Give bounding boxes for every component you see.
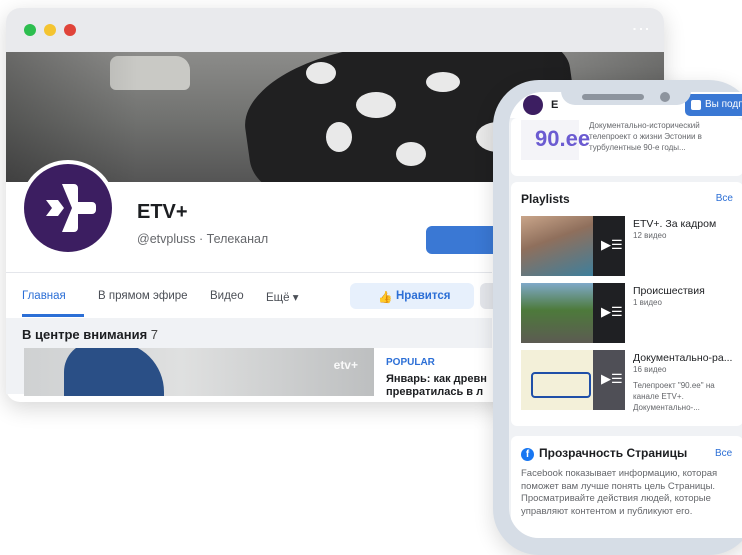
phone-camera <box>660 92 670 102</box>
playlist-icon: ▶☰ <box>601 304 623 319</box>
playlist-thumbnail: ▶☰ <box>521 350 625 410</box>
transparency-description: Facebook показывает информацию, которая … <box>521 468 718 517</box>
featured-title-text: В центре внимания <box>22 327 148 342</box>
video-card[interactable]: 90.ee Документально-исторический телепро… <box>511 118 742 176</box>
like-button[interactable]: 👍 Нравится <box>350 283 474 309</box>
featured-title: В центре внимания 7 <box>22 327 158 342</box>
playlists-title: Playlists <box>521 192 570 206</box>
maximize-button[interactable] <box>24 24 36 36</box>
post-title: Январь: как древн превратилась в л <box>386 373 487 398</box>
tab-more[interactable]: Ещё ▾ <box>266 290 299 304</box>
page-tabs: Главная В прямом эфире Видео Ещё ▾ 👍 Нра… <box>6 272 530 319</box>
playlist-item[interactable]: ▶☰ ETV+. За кадром 12 видео <box>521 216 735 276</box>
more-options-icon[interactable]: ⋮ <box>631 20 651 38</box>
playlist-count: 12 видео <box>633 231 667 240</box>
playlists-card: Playlists Все ▶☰ ETV+. За кадром 12 виде… <box>511 182 742 426</box>
transparency-title: Прозрачность Страницы <box>539 446 688 460</box>
active-tab-indicator <box>22 314 84 317</box>
featured-video-thumbnail[interactable]: etv+ <box>24 348 374 396</box>
etv-plus-logo-icon <box>46 184 96 232</box>
page-handle: @etvpluss · Телеканал <box>137 232 269 246</box>
playlist-thumbnail: ▶☰ <box>521 283 625 343</box>
transparency-see-all-link[interactable]: Все <box>715 448 732 459</box>
tab-videos[interactable]: Видео <box>210 290 244 302</box>
etv-watermark: etv+ <box>333 358 358 372</box>
phone-profile-picture[interactable] <box>523 95 543 115</box>
close-button[interactable] <box>64 24 76 36</box>
playlist-thumbnail: ▶☰ <box>521 216 625 276</box>
playlist-description: Телепроект "90.ee" на канале ETV+. Докум… <box>633 381 715 412</box>
thumbnail-text: 90.ee <box>535 126 591 151</box>
playlist-item[interactable]: ▶☰ Происшествия 1 видео <box>521 283 735 343</box>
phone-speaker <box>582 94 644 100</box>
tab-home[interactable]: Главная <box>22 290 66 302</box>
thumbs-up-icon: 👍 <box>378 292 393 304</box>
page-title: ETV+ <box>137 201 188 223</box>
page-transparency-card: f Прозрачность Страницы Все Facebook пок… <box>511 436 742 538</box>
playlist-icon: ▶☰ <box>601 371 623 386</box>
playlist-title: Документально-ра... <box>633 352 733 364</box>
video-description: Документально-исторический телепроект о … <box>589 121 702 152</box>
browser-titlebar: ⋮ <box>6 8 664 52</box>
profile-picture[interactable] <box>24 164 112 252</box>
like-button-label: Нравится <box>396 290 451 302</box>
playlist-count: 16 видео <box>633 365 667 374</box>
playlist-count: 1 видео <box>633 298 662 307</box>
subscribed-button[interactable]: Вы подп <box>685 94 742 116</box>
phone-page-name: E <box>551 99 559 111</box>
playlist-icon: ▶☰ <box>601 237 623 252</box>
featured-post-card[interactable]: POPULAR Январь: как древн превратилась в… <box>374 348 492 398</box>
phone-screen: E Вы подп 90.ee Документально-историческ… <box>509 92 742 538</box>
playlist-title: Происшествия <box>633 285 705 297</box>
playlist-item[interactable]: ▶☰ Документально-ра... 16 видео Телепрое… <box>521 350 735 412</box>
post-tag: POPULAR <box>386 357 435 368</box>
checkmark-icon <box>691 100 701 110</box>
playlists-see-all-link[interactable]: Все <box>716 193 733 204</box>
facebook-icon: f <box>521 448 534 461</box>
tab-live[interactable]: В прямом эфире <box>98 290 188 302</box>
video-thumbnail: 90.ee <box>521 120 590 160</box>
subscribed-button-label: Вы подп <box>705 99 742 110</box>
featured-count: 7 <box>150 327 159 342</box>
minimize-button[interactable] <box>44 24 56 36</box>
playlist-title: ETV+. За кадром <box>633 218 717 230</box>
